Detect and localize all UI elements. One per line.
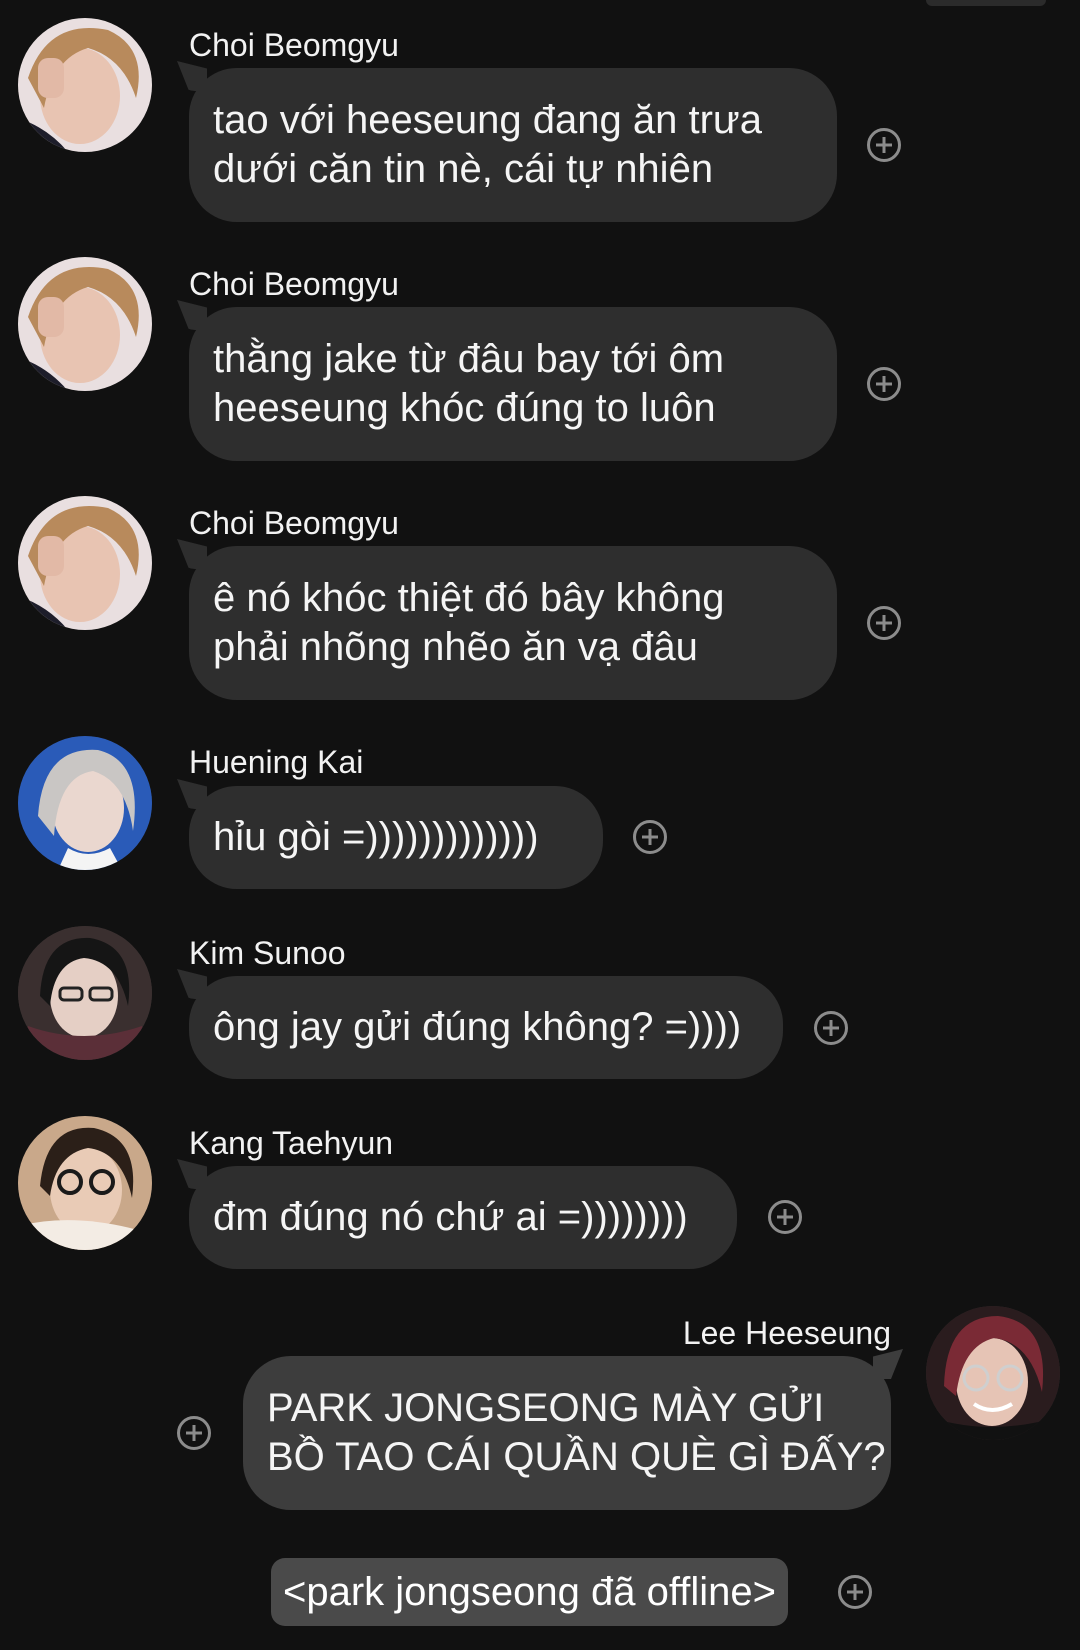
message-text-line: heeseung khóc đúng to luôn xyxy=(213,386,716,430)
message-bubble[interactable]: hỉu gòi =))))))))))))) xyxy=(189,786,603,889)
message-bubble[interactable]: tao với heeseung đang ăn trưa dưới căn t… xyxy=(189,68,837,222)
message-text-line: phải nhõng nhẽo ăn vạ đâu xyxy=(213,625,698,669)
sender-name: Choi Beomgyu xyxy=(189,505,399,541)
avatar-heeseung-icon[interactable] xyxy=(926,1306,1060,1440)
add-reaction-icon[interactable] xyxy=(633,820,667,854)
avatar-taehyun-icon[interactable] xyxy=(18,1116,152,1250)
avatar-huening-kai-icon[interactable] xyxy=(18,736,152,870)
message-text-line: tao với heeseung đang ăn trưa xyxy=(213,98,762,142)
message-text-line: PARK JONGSEONG MÀY GỬI xyxy=(267,1386,825,1430)
message-bubble[interactable]: PARK JONGSEONG MÀY GỬI BỒ TAO CÁI QUẦN Q… xyxy=(243,1356,891,1510)
add-reaction-icon[interactable] xyxy=(867,367,901,401)
add-reaction-icon[interactable] xyxy=(814,1011,848,1045)
message-bubble[interactable]: ê nó khóc thiệt đó bây không phải nhõng … xyxy=(189,546,837,700)
add-reaction-icon[interactable] xyxy=(867,128,901,162)
message-text-line: dưới căn tin nè, cái tự nhiên xyxy=(213,147,714,191)
message-bubble[interactable]: ông jay gửi đúng không? =)))) xyxy=(189,976,783,1079)
add-reaction-icon[interactable] xyxy=(867,606,901,640)
message-bubble[interactable]: thằng jake từ đâu bay tới ôm heeseung kh… xyxy=(189,307,837,461)
avatar-beomgyu-icon[interactable] xyxy=(18,496,152,630)
sender-name: Huening Kai xyxy=(189,744,364,780)
sender-name: Lee Heeseung xyxy=(682,1315,891,1351)
sender-name: Choi Beomgyu xyxy=(189,266,399,302)
message-bubble[interactable]: đm đúng nó chứ ai =)))))))) xyxy=(189,1166,737,1269)
top-tab xyxy=(926,0,1046,6)
system-message: <park jongseong đã offline> xyxy=(271,1558,788,1626)
message-text-line: BỒ TAO CÁI QUẦN QUÈ GÌ ĐẤY? xyxy=(267,1435,886,1479)
message-text-line: đm đúng nó chứ ai =)))))))) xyxy=(213,1195,688,1239)
message-text-line: thằng jake từ đâu bay tới ôm xyxy=(213,337,725,381)
add-reaction-icon[interactable] xyxy=(838,1575,872,1609)
sender-name: Choi Beomgyu xyxy=(189,27,399,63)
avatar-sunoo-icon[interactable] xyxy=(18,926,152,1060)
message-text-line: ông jay gửi đúng không? =)))) xyxy=(213,1005,742,1049)
sender-name: Kim Sunoo xyxy=(189,935,346,971)
add-reaction-icon[interactable] xyxy=(768,1200,802,1234)
sender-name: Kang Taehyun xyxy=(189,1125,394,1161)
add-reaction-icon[interactable] xyxy=(177,1416,211,1450)
message-text-line: hỉu gòi =))))))))))))) xyxy=(213,815,539,859)
avatar-beomgyu-icon[interactable] xyxy=(18,257,152,391)
message-text-line: ê nó khóc thiệt đó bây không xyxy=(213,576,725,620)
avatar-beomgyu-icon[interactable] xyxy=(18,18,152,152)
